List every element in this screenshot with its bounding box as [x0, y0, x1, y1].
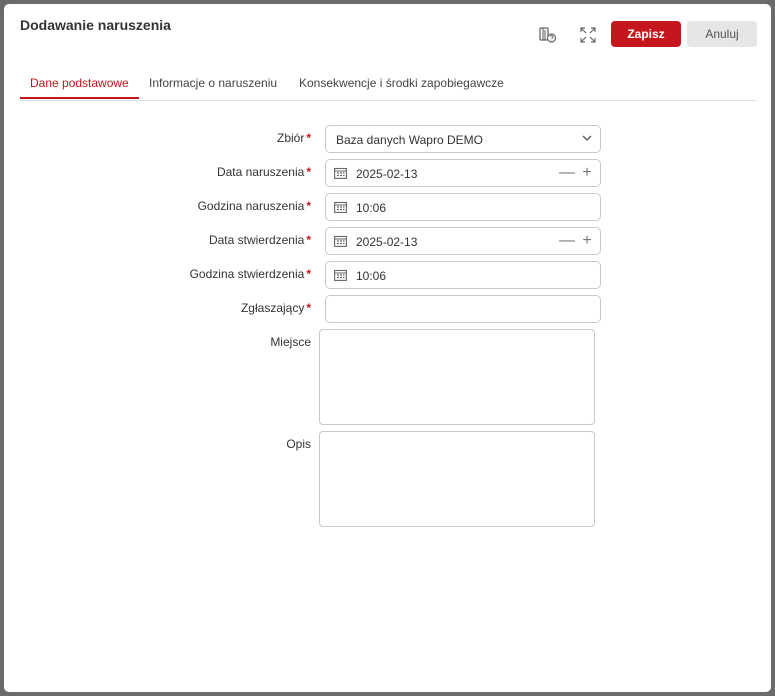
data-naruszenia-value: 2025-02-13	[356, 167, 418, 181]
zglaszajacy-input[interactable]	[325, 295, 601, 323]
godzina-naruszenia-value: 10:06	[356, 201, 387, 215]
data-stwierdzenia-value: 2025-02-13	[356, 235, 418, 249]
dialog-title: Dodawanie naruszenia	[20, 17, 171, 33]
data-naruszenia-field[interactable]: 2025-02-13 — +	[325, 159, 601, 187]
data-stwierdzenia-field[interactable]: 2025-02-13 — +	[325, 227, 601, 255]
data-stwierdzenia-label: Data stwierdzenia *	[208, 233, 311, 247]
data-naruszenia-label: Data naruszenia *	[216, 165, 311, 179]
zbior-value: Baza danych Wapro DEMO	[336, 133, 483, 147]
save-button[interactable]: Zapisz	[611, 21, 681, 47]
tab-informacje-o-naruszeniu[interactable]: Informacje o naruszeniu	[149, 76, 277, 97]
godzina-stwierdzenia-label: Godzina stwierdzenia *	[189, 267, 311, 281]
godzina-stwierdzenia-value: 10:06	[356, 269, 387, 283]
zbior-select[interactable]: Baza danych Wapro DEMO	[325, 125, 601, 153]
tab-konsekwencje[interactable]: Konsekwencje i środki zapobiegawcze	[299, 76, 504, 97]
increment-button[interactable]: +	[580, 165, 594, 181]
godzina-stwierdzenia-field[interactable]: 10:06	[325, 261, 601, 289]
calendar-icon	[334, 235, 347, 247]
book-help-icon[interactable]	[537, 24, 559, 46]
increment-button[interactable]: +	[580, 233, 594, 249]
decrement-button[interactable]: —	[559, 165, 575, 181]
miejsce-textarea[interactable]	[319, 329, 595, 425]
calendar-icon	[334, 269, 347, 281]
zbior-label: Zbiór *	[276, 131, 311, 145]
maximize-icon[interactable]	[577, 24, 599, 46]
opis-label: Opis	[286, 437, 311, 451]
opis-textarea[interactable]	[319, 431, 595, 527]
decrement-button[interactable]: —	[559, 233, 575, 249]
calendar-icon	[334, 201, 347, 213]
miejsce-label: Miejsce	[270, 335, 311, 349]
chevron-down-icon	[582, 135, 592, 141]
godzina-naruszenia-label: Godzina naruszenia *	[197, 199, 311, 213]
godzina-naruszenia-field[interactable]: 10:06	[325, 193, 601, 221]
zglaszajacy-label: Zgłaszający *	[240, 301, 311, 315]
cancel-button[interactable]: Anuluj	[687, 21, 757, 47]
tab-dane-podstawowe[interactable]: Dane podstawowe	[20, 76, 139, 99]
calendar-icon	[334, 167, 347, 179]
tab-bar: Dane podstawowe Informacje o naruszeniu …	[20, 74, 757, 101]
add-violation-dialog: Dodawanie naruszenia Zapisz Anuluj Dane …	[4, 4, 771, 692]
